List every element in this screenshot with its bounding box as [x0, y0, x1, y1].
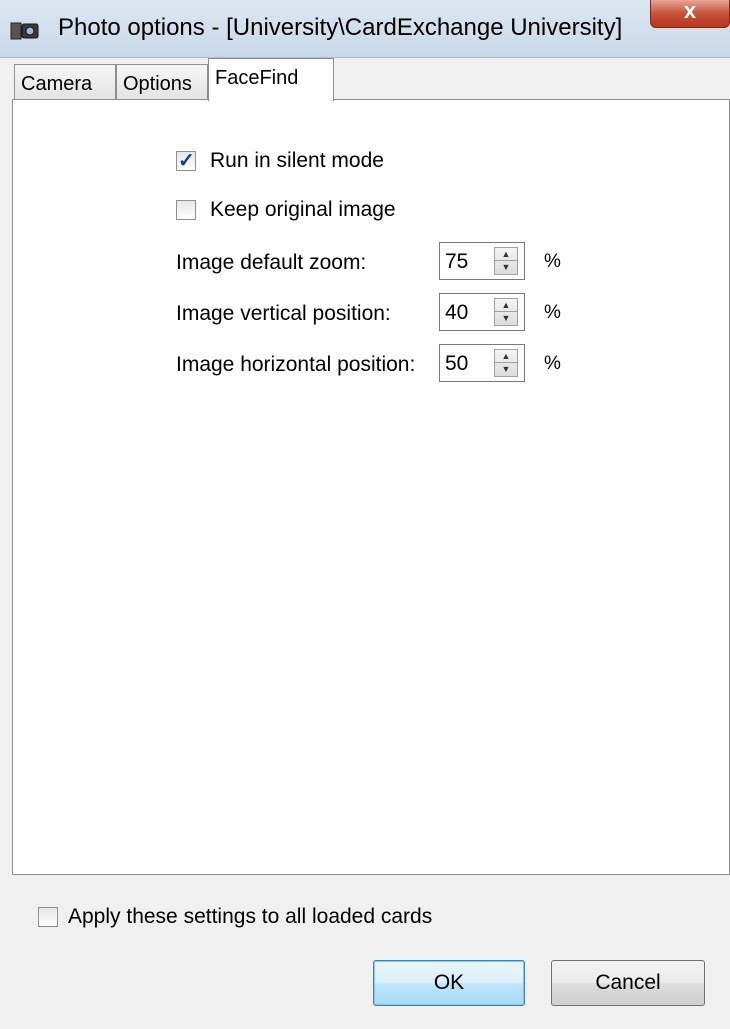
ok-button[interactable]: OK: [373, 960, 525, 1006]
horizontal-position-unit: %: [544, 353, 561, 374]
close-icon: x: [683, 0, 697, 23]
horizontal-position-label: Image horizontal position:: [176, 353, 416, 376]
apply-all-checkbox[interactable]: [38, 907, 58, 927]
keep-original-checkbox[interactable]: [176, 200, 196, 220]
zoom-stepper[interactable]: 75 ▲ ▼: [439, 242, 525, 280]
camera-app-icon: [10, 22, 39, 40]
keep-original-label: Keep original image: [210, 198, 396, 221]
tab-camera[interactable]: Camera: [14, 64, 116, 100]
horizontal-spin-buttons: ▲ ▼: [494, 349, 518, 377]
horizontal-position-value[interactable]: 50: [445, 352, 468, 376]
zoom-label: Image default zoom:: [176, 251, 367, 274]
tab-options[interactable]: Options: [116, 64, 208, 100]
vertical-position-value[interactable]: 40: [445, 301, 468, 325]
vertical-position-stepper[interactable]: 40 ▲ ▼: [439, 293, 525, 331]
horizontal-position-stepper[interactable]: 50 ▲ ▼: [439, 344, 525, 382]
apply-all-label: Apply these settings to all loaded cards: [68, 905, 433, 928]
arrow-down-icon[interactable]: ▼: [495, 363, 517, 376]
title-bar: Photo options - [University\CardExchange…: [0, 0, 730, 58]
arrow-down-icon[interactable]: ▼: [495, 261, 517, 274]
zoom-value[interactable]: 75: [445, 250, 468, 274]
run-silent-checkbox[interactable]: [176, 148, 196, 173]
zoom-unit: %: [544, 251, 561, 272]
apply-all-row[interactable]: Apply these settings to all loaded cards: [38, 905, 432, 929]
vertical-position-unit: %: [544, 302, 561, 323]
vertical-position-label: Image vertical position:: [176, 302, 391, 325]
vertical-spin-buttons: ▲ ▼: [494, 298, 518, 326]
run-silent-row[interactable]: Run in silent mode: [176, 148, 384, 173]
run-silent-label: Run in silent mode: [210, 149, 384, 172]
arrow-up-icon[interactable]: ▲: [495, 248, 517, 261]
window-title: Photo options - [University\CardExchange…: [58, 14, 623, 41]
cancel-button[interactable]: Cancel: [551, 960, 705, 1006]
tab-facefind[interactable]: FaceFind: [208, 58, 334, 101]
arrow-up-icon[interactable]: ▲: [495, 299, 517, 312]
arrow-up-icon[interactable]: ▲: [495, 350, 517, 363]
zoom-spin-buttons: ▲ ▼: [494, 247, 518, 275]
keep-original-row[interactable]: Keep original image: [176, 198, 396, 222]
arrow-down-icon[interactable]: ▼: [495, 312, 517, 325]
close-button[interactable]: x: [650, 0, 730, 28]
